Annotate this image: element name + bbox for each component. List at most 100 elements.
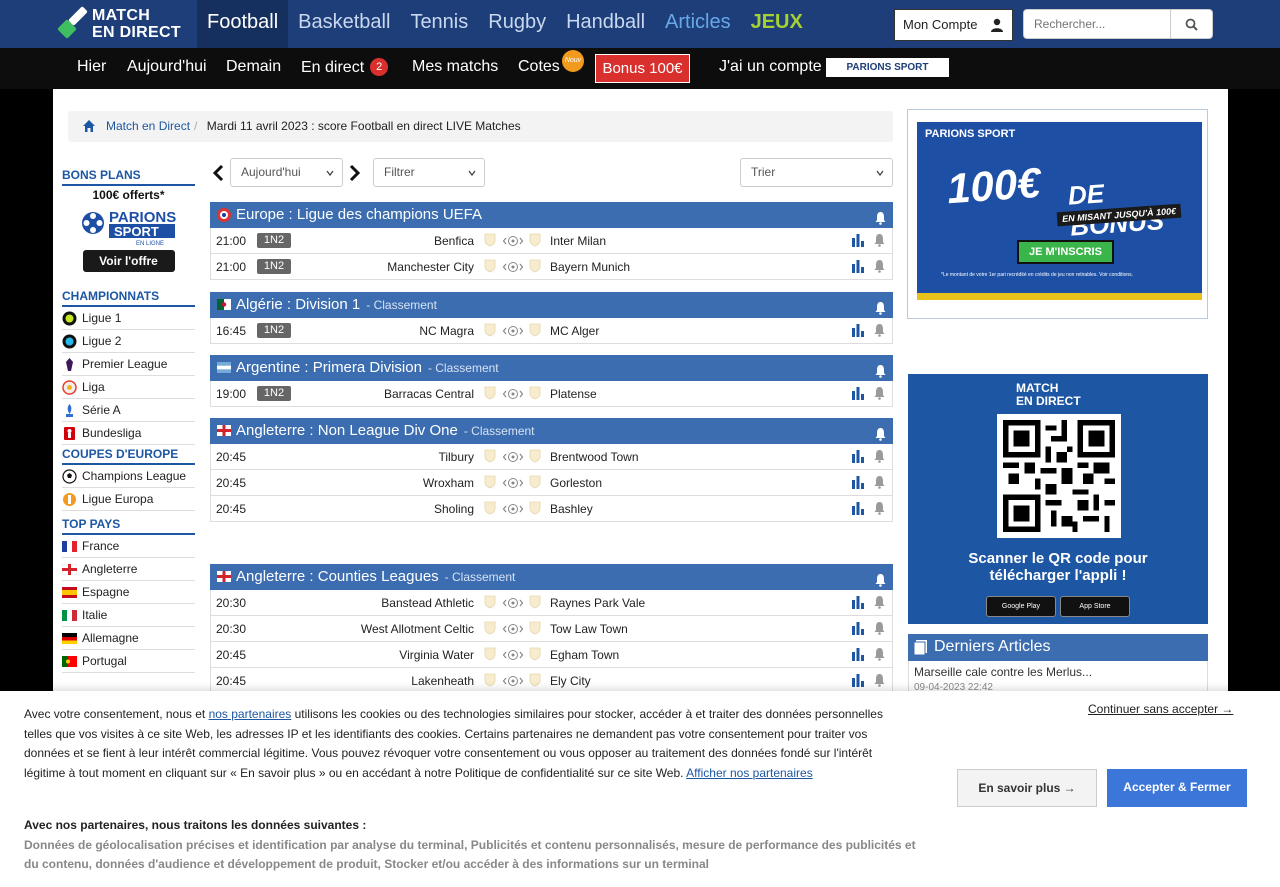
tab-football[interactable]: Football xyxy=(197,0,289,48)
nav-cotes[interactable]: Cotes xyxy=(518,58,560,76)
odds-badge[interactable]: 1N2 xyxy=(257,259,291,274)
match-row[interactable]: 20:30 Banstead Athletic Raynes Park Vale xyxy=(210,590,893,616)
have-account-link[interactable]: J'ai un compte xyxy=(719,58,822,76)
learn-more-button[interactable]: En savoir plus → xyxy=(957,769,1097,807)
bell-icon[interactable] xyxy=(873,673,886,687)
nav-hier[interactable]: Hier xyxy=(77,58,106,76)
match-score-icon[interactable] xyxy=(502,235,524,247)
match-row[interactable]: 20:45 Sholing Bashley xyxy=(210,496,893,522)
search-button[interactable] xyxy=(1170,9,1212,39)
home-team[interactable]: NC Magra xyxy=(419,324,474,338)
bell-icon[interactable] xyxy=(873,595,886,609)
sidebar-item-allemagne[interactable]: Allemagne xyxy=(62,627,195,650)
classement-link[interactable]: - Classement xyxy=(464,424,535,438)
tab-basketball[interactable]: Basketball xyxy=(288,0,400,48)
match-score-icon[interactable] xyxy=(502,649,524,661)
classement-link[interactable]: - Classement xyxy=(428,361,499,375)
sidebar-item-france[interactable]: France xyxy=(62,535,195,558)
google-play-badge[interactable]: Google Play xyxy=(986,596,1056,617)
away-team[interactable]: Platense xyxy=(550,387,597,401)
tab-articles[interactable]: Articles xyxy=(655,0,741,48)
sidebar-item-ligue-europa[interactable]: Ligue Europa xyxy=(62,488,195,511)
home-team[interactable]: Barracas Central xyxy=(384,387,474,401)
competition-header[interactable]: Europe : Ligue des champions UEFA xyxy=(210,202,893,228)
bell-icon[interactable] xyxy=(873,323,886,337)
home-team[interactable]: Tilbury xyxy=(438,450,474,464)
tab-jeux[interactable]: JEUX xyxy=(741,0,813,48)
match-row[interactable]: 19:00 1N2 Barracas Central Platense xyxy=(210,381,893,407)
away-team[interactable]: Gorleston xyxy=(550,476,602,490)
match-row[interactable]: 21:00 1N2 Manchester City Bayern Munich xyxy=(210,254,893,280)
home-icon[interactable] xyxy=(82,119,96,133)
away-team[interactable]: Bashley xyxy=(550,502,593,516)
match-row[interactable]: 20:45 Tilbury Brentwood Town xyxy=(210,444,893,470)
stats-icon[interactable] xyxy=(851,449,865,463)
bell-icon[interactable] xyxy=(874,570,887,587)
competition-header[interactable]: Argentine : Primera Division - Classement xyxy=(210,355,893,381)
sidebar-item-serie-a[interactable]: Série A xyxy=(62,399,195,422)
match-score-icon[interactable] xyxy=(502,451,524,463)
away-team[interactable]: MC Alger xyxy=(550,324,599,338)
away-team[interactable]: Bayern Munich xyxy=(550,260,630,274)
match-score-icon[interactable] xyxy=(502,503,524,515)
bell-icon[interactable] xyxy=(873,449,886,463)
stats-icon[interactable] xyxy=(851,621,865,635)
match-score-icon[interactable] xyxy=(502,388,524,400)
bell-icon[interactable] xyxy=(873,233,886,247)
match-row[interactable]: 21:00 1N2 Benfica Inter Milan xyxy=(210,228,893,254)
away-team[interactable]: Egham Town xyxy=(550,648,619,662)
match-row[interactable]: 16:45 1N2 NC Magra MC Alger xyxy=(210,318,893,344)
match-row[interactable]: 20:45 Wroxham Gorleston xyxy=(210,470,893,496)
sidebar-item-liga[interactable]: Liga xyxy=(62,376,195,399)
bell-icon[interactable] xyxy=(873,501,886,515)
app-store-badge[interactable]: App Store xyxy=(1060,596,1130,617)
bell-icon[interactable] xyxy=(873,386,886,400)
bell-icon[interactable] xyxy=(874,361,887,378)
sidebar-item-premier-league[interactable]: Premier League xyxy=(62,353,195,376)
bell-icon[interactable] xyxy=(874,208,887,225)
filter-select[interactable]: Filtrer xyxy=(373,158,485,187)
prev-day-arrow-icon[interactable] xyxy=(211,165,227,181)
tab-tennis[interactable]: Tennis xyxy=(400,0,478,48)
nav-demain[interactable]: Demain xyxy=(226,58,281,76)
match-row[interactable]: 20:30 West Allotment Celtic Tow Law Town xyxy=(210,616,893,642)
accept-close-button[interactable]: Accepter & Fermer xyxy=(1107,769,1247,807)
home-team[interactable]: Banstead Athletic xyxy=(381,596,474,610)
bell-icon[interactable] xyxy=(874,298,887,315)
away-team[interactable]: Brentwood Town xyxy=(550,450,639,464)
partners-link[interactable]: nos partenaires xyxy=(209,707,292,721)
sidebar-item-champions-league[interactable]: Champions League xyxy=(62,465,195,488)
stats-icon[interactable] xyxy=(851,386,865,400)
site-logo[interactable]: MATCH EN DIRECT xyxy=(57,3,192,45)
home-team[interactable]: Wroxham xyxy=(423,476,474,490)
sidebar-item-ligue-2[interactable]: Ligue 2 xyxy=(62,330,195,353)
day-select[interactable]: Aujourd'hui xyxy=(230,158,343,187)
sidebar-item-italie[interactable]: Italie xyxy=(62,604,195,627)
competition-header[interactable]: Angleterre : Counties Leagues - Classemen… xyxy=(210,564,893,590)
stats-icon[interactable] xyxy=(851,501,865,515)
sidebar-item-espagne[interactable]: Espagne xyxy=(62,581,195,604)
home-team[interactable]: Lakenheath xyxy=(411,674,474,688)
nav-aujourdhui[interactable]: Aujourd'hui xyxy=(127,58,207,76)
breadcrumb-home-link[interactable]: Match en Direct xyxy=(106,119,190,133)
stats-icon[interactable] xyxy=(851,323,865,337)
nav-en-direct[interactable]: En direct 2 xyxy=(301,58,389,77)
parions-sport-ad[interactable]: PARIONS SPORT 100€ DE BONUS EN MISANT JU… xyxy=(907,109,1208,319)
odds-badge[interactable]: 1N2 xyxy=(257,386,291,401)
away-team[interactable]: Tow Law Town xyxy=(550,622,628,636)
stats-icon[interactable] xyxy=(851,647,865,661)
away-team[interactable]: Inter Milan xyxy=(550,234,606,248)
odds-badge[interactable]: 1N2 xyxy=(257,323,291,338)
bell-icon[interactable] xyxy=(873,475,886,489)
home-team[interactable]: West Allotment Celtic xyxy=(361,622,474,636)
sidebar-item-angleterre[interactable]: Angleterre xyxy=(62,558,195,581)
match-score-icon[interactable] xyxy=(502,261,524,273)
match-score-icon[interactable] xyxy=(502,477,524,489)
sort-select[interactable]: Trier xyxy=(740,158,893,187)
continue-without-accepting-link[interactable]: Continuer sans accepter → xyxy=(1088,702,1233,716)
match-score-icon[interactable] xyxy=(502,675,524,687)
account-button[interactable]: Mon Compte xyxy=(894,9,1013,41)
classement-link[interactable]: - Classement xyxy=(445,570,516,584)
tab-handball[interactable]: Handball xyxy=(556,0,655,48)
nav-mes-matchs[interactable]: Mes matchs xyxy=(412,58,498,76)
